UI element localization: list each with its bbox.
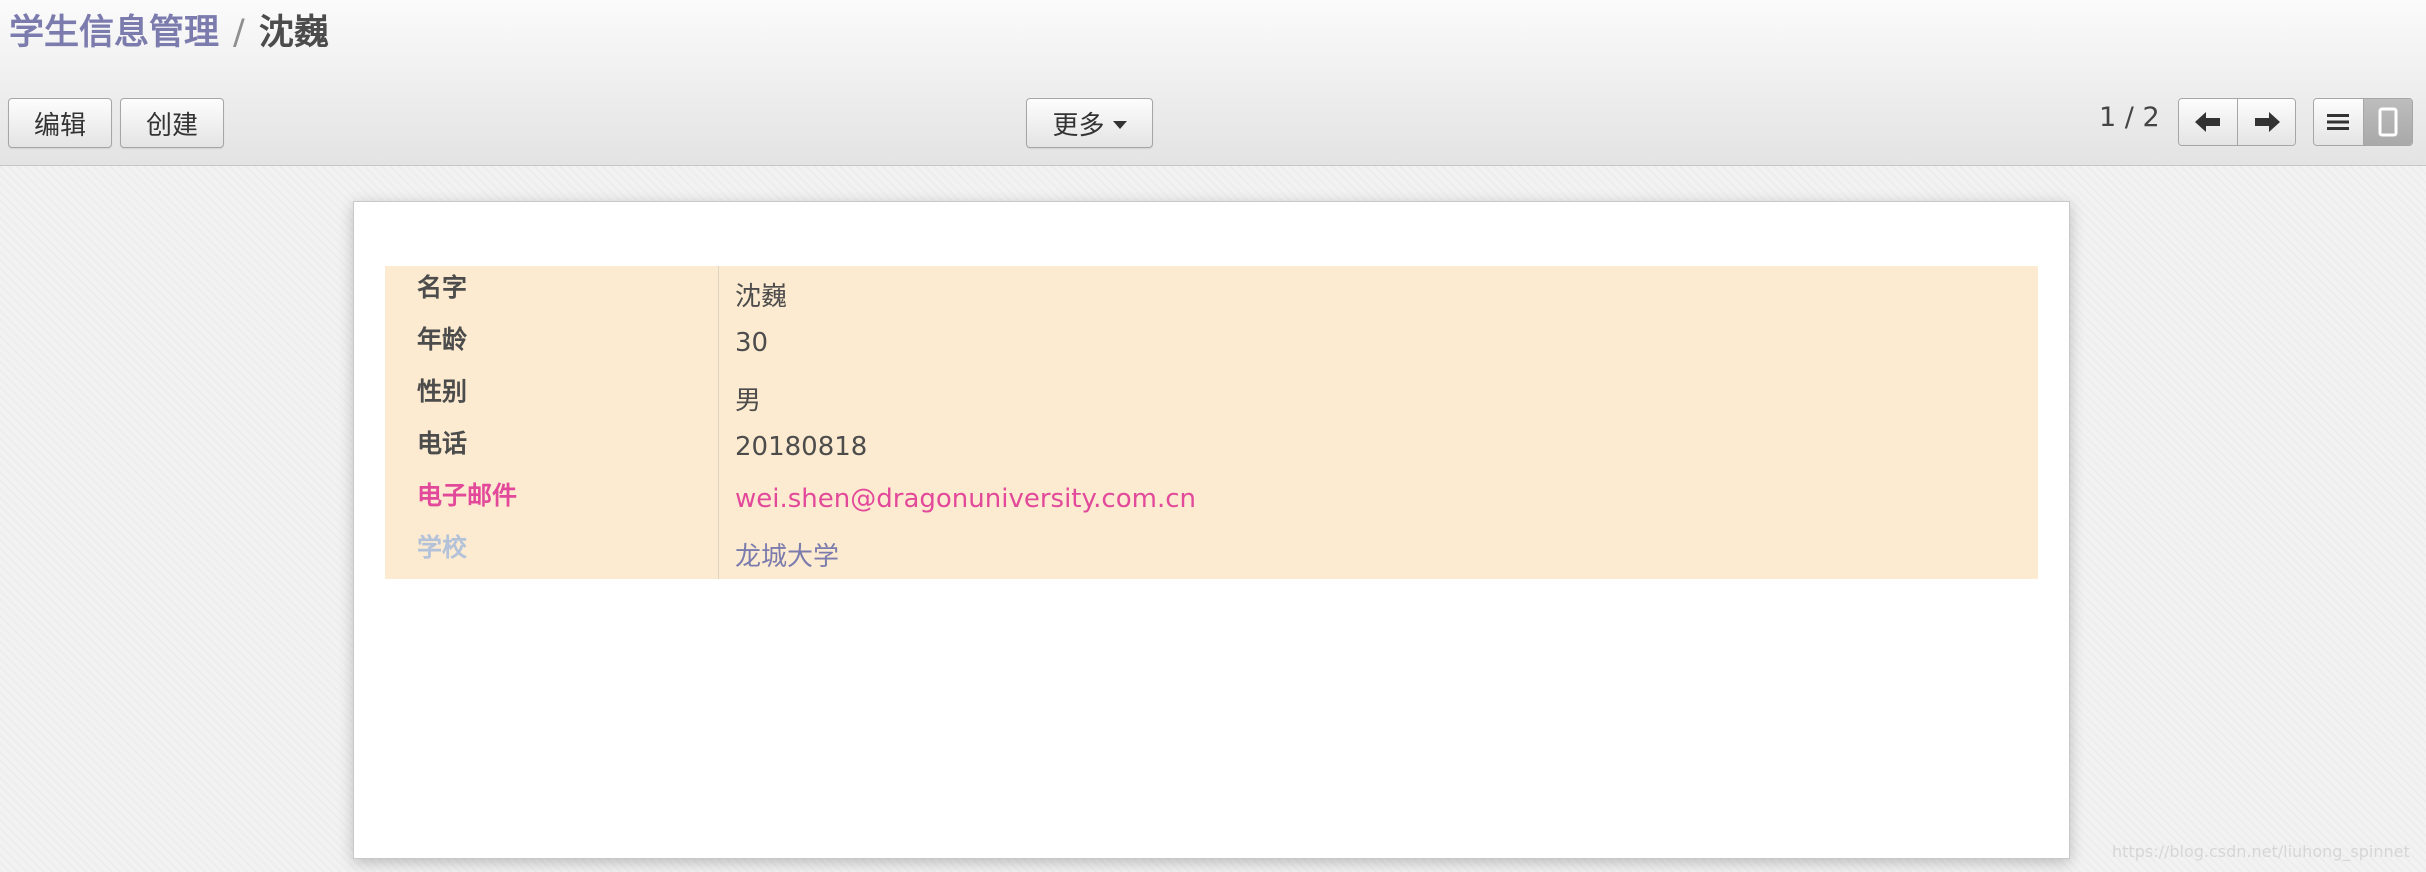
form-icon <box>2378 107 2398 137</box>
field-label-age: 年龄 <box>417 325 468 354</box>
list-icon <box>2327 114 2350 130</box>
arrow-right-icon <box>2254 112 2280 132</box>
field-value-school[interactable]: 龙城大学 <box>735 536 839 573</box>
pager-next-button[interactable] <box>2237 99 2295 145</box>
create-button[interactable]: 创建 <box>120 98 224 148</box>
field-label-school: 学校 <box>417 533 468 562</box>
create-button-label: 创建 <box>145 110 198 141</box>
field-value-name: 沈巍 <box>735 282 788 312</box>
field-label-email: 电子邮件 <box>417 481 518 510</box>
field-label-phone: 电话 <box>417 429 468 458</box>
caret-down-icon <box>1112 120 1127 129</box>
form-sheet: 名字 沈巍 年龄 30 性别 男 电话 20180818 电子邮件 wei.sh… <box>353 201 2070 859</box>
field-row-email: 电子邮件 wei.shen@dragonuniversity.com.cn <box>385 474 2038 526</box>
view-switcher <box>2313 98 2413 146</box>
field-label-gender: 性别 <box>417 377 468 406</box>
pager-previous-button[interactable] <box>2179 99 2237 145</box>
field-label-name: 名字 <box>417 273 468 302</box>
more-dropdown-button[interactable]: 更多 <box>1026 98 1153 148</box>
pager-buttons <box>2178 98 2296 146</box>
edit-button-label: 编辑 <box>33 110 86 141</box>
watermark: https://blog.csdn.net/liuhong_spinnet <box>2112 842 2410 861</box>
more-button-label: 更多 <box>1052 110 1105 141</box>
record-fields-table: 名字 沈巍 年龄 30 性别 男 电话 20180818 电子邮件 wei.sh… <box>385 266 2038 579</box>
breadcrumb-parent-link[interactable]: 学生信息管理 <box>9 13 219 53</box>
form-view-button[interactable] <box>2362 99 2412 145</box>
field-row-phone: 电话 20180818 <box>385 422 2038 474</box>
list-view-button[interactable] <box>2314 99 2363 145</box>
breadcrumb: 学生信息管理 / 沈巍 <box>9 8 329 58</box>
field-row-age: 年龄 30 <box>385 318 2038 370</box>
field-value-age: 30 <box>735 328 769 358</box>
field-value-gender: 男 <box>735 386 762 416</box>
field-row-name: 名字 沈巍 <box>385 266 2038 318</box>
edit-button[interactable]: 编辑 <box>8 98 112 148</box>
control-panel: 学生信息管理 / 沈巍 编辑 创建 更多 1 / 2 <box>0 0 2426 166</box>
arrow-left-icon <box>2195 112 2220 132</box>
breadcrumb-separator: / <box>233 13 245 53</box>
field-value-phone: 20180818 <box>735 432 868 462</box>
breadcrumb-current: 沈巍 <box>258 13 329 53</box>
pager-value[interactable]: 1 / 2 <box>2099 102 2160 133</box>
field-row-school: 学校 龙城大学 <box>385 526 2038 578</box>
field-value-email[interactable]: wei.shen@dragonuniversity.com.cn <box>735 484 1196 514</box>
field-row-gender: 性别 男 <box>385 370 2038 422</box>
